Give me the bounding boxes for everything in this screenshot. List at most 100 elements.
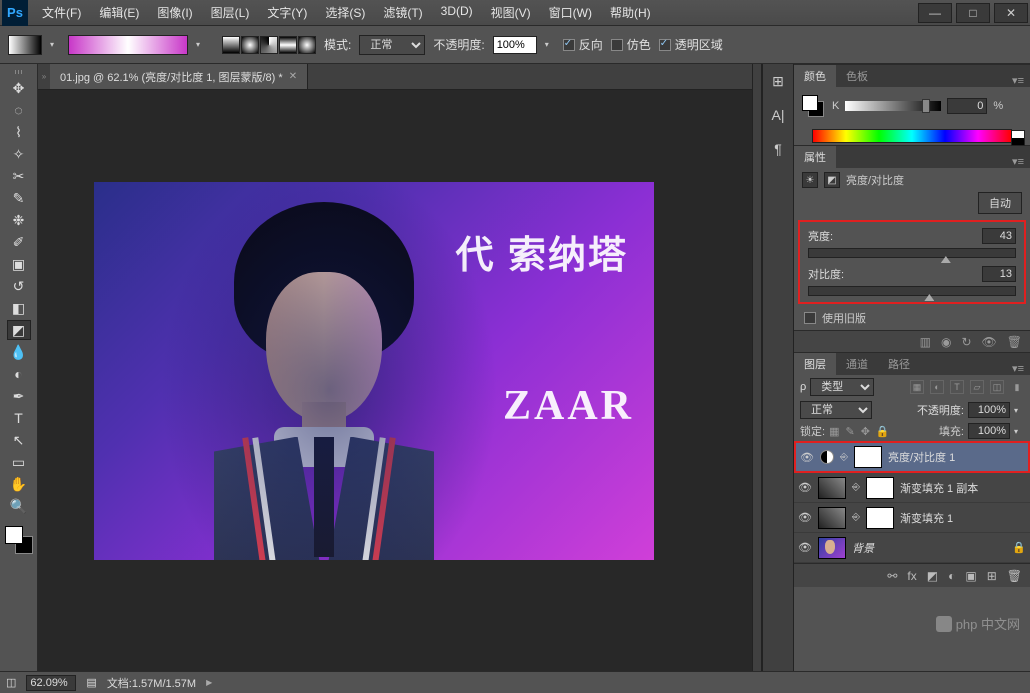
status-icon[interactable]: ◫: [6, 676, 16, 689]
opacity-input[interactable]: [493, 36, 537, 54]
lock-all-icon[interactable]: 🔒: [876, 425, 890, 438]
foreground-color[interactable]: [5, 526, 23, 544]
layer-row[interactable]: 👁 ⎆ 渐变填充 1: [794, 503, 1030, 533]
tab-color[interactable]: 颜色: [794, 65, 836, 87]
info-dropdown-icon[interactable]: ▶: [206, 678, 212, 687]
filter-toggle[interactable]: ▮: [1010, 380, 1024, 394]
panel-dock-separator[interactable]: [752, 64, 762, 671]
brush-tool[interactable]: ✐: [7, 232, 31, 252]
contrast-slider[interactable]: [808, 286, 1016, 296]
minimize-button[interactable]: —: [918, 3, 952, 23]
close-button[interactable]: ✕: [994, 3, 1028, 23]
magic-wand-tool[interactable]: ✧: [7, 144, 31, 164]
dropdown-icon[interactable]: ▾: [196, 40, 206, 49]
trash-icon[interactable]: 🗑: [1007, 335, 1022, 349]
visibility-icon[interactable]: 👁: [798, 481, 812, 494]
menu-image[interactable]: 图像(I): [149, 1, 200, 24]
gradient-angle-button[interactable]: [260, 36, 278, 54]
view-previous-icon[interactable]: ◉: [941, 335, 951, 349]
layer-row[interactable]: 👁 ⎆ 渐变填充 1 副本: [794, 473, 1030, 503]
crop-tool[interactable]: ✂: [7, 166, 31, 186]
trash-icon[interactable]: 🗑: [1007, 569, 1022, 583]
tab-channels[interactable]: 通道: [836, 353, 878, 375]
eyedropper-tool[interactable]: ✎: [7, 188, 31, 208]
shape-tool[interactable]: ▭: [7, 452, 31, 472]
color-swatch[interactable]: [5, 526, 33, 554]
filter-adjust-icon[interactable]: ◐: [930, 380, 944, 394]
path-selection-tool[interactable]: ↖: [7, 430, 31, 450]
visibility-icon[interactable]: 👁: [982, 335, 997, 349]
layer-name[interactable]: 背景: [852, 540, 874, 556]
layer-opacity-input[interactable]: [968, 402, 1010, 418]
styles-panel-icon[interactable]: ¶: [769, 140, 787, 158]
layer-row[interactable]: 👁 背景 🔒: [794, 533, 1030, 563]
menu-window[interactable]: 窗口(W): [541, 1, 600, 24]
gradient-radial-button[interactable]: [241, 36, 259, 54]
layer-fill-input[interactable]: [968, 423, 1010, 439]
panel-menu-icon[interactable]: ▾≡: [1006, 74, 1030, 87]
menu-view[interactable]: 视图(V): [483, 1, 539, 24]
character-panel-icon[interactable]: ⊞: [769, 72, 787, 90]
layer-name[interactable]: 亮度/对比度 1: [888, 449, 955, 465]
foreground-color[interactable]: [802, 95, 818, 111]
tab-properties[interactable]: 属性: [794, 146, 836, 168]
tool-preset-picker[interactable]: [8, 35, 42, 55]
eraser-tool[interactable]: ◧: [7, 298, 31, 318]
menu-edit[interactable]: 编辑(E): [91, 1, 147, 24]
menu-filter[interactable]: 滤镜(T): [375, 1, 430, 24]
legacy-checkbox[interactable]: [804, 312, 816, 324]
brightness-input[interactable]: [982, 228, 1016, 244]
lasso-tool[interactable]: ⌇: [7, 122, 31, 142]
visibility-icon[interactable]: 👁: [798, 541, 812, 554]
color-swatch[interactable]: [802, 95, 824, 117]
gradient-picker[interactable]: [68, 35, 188, 55]
dodge-tool[interactable]: ◐: [7, 364, 31, 384]
layer-name[interactable]: 渐变填充 1: [900, 510, 953, 526]
canvas[interactable]: 代 索纳塔 ZAAR: [38, 90, 752, 671]
brightness-slider[interactable]: [808, 248, 1016, 258]
clone-stamp-tool[interactable]: ▣: [7, 254, 31, 274]
pen-tool[interactable]: ✒: [7, 386, 31, 406]
layer-row[interactable]: 👁 ⎆ 亮度/对比度 1: [794, 441, 1030, 473]
filter-smart-icon[interactable]: ◫: [990, 380, 1004, 394]
layer-mask-thumb[interactable]: [866, 507, 894, 529]
dither-checkbox[interactable]: [611, 39, 623, 51]
filter-type-icon[interactable]: T: [950, 380, 964, 394]
layer-name[interactable]: 渐变填充 1 副本: [900, 480, 978, 496]
clip-icon[interactable]: ▥: [920, 335, 931, 349]
dropdown-icon[interactable]: ▾: [545, 40, 555, 49]
reverse-checkbox[interactable]: [563, 39, 575, 51]
layer-thumb[interactable]: [818, 477, 846, 499]
lock-position-icon[interactable]: ✥: [861, 425, 870, 438]
panel-menu-icon[interactable]: ▾≡: [1006, 155, 1030, 168]
close-icon[interactable]: ✕: [289, 71, 297, 82]
maximize-button[interactable]: □: [956, 3, 990, 23]
contrast-input[interactable]: [982, 266, 1016, 282]
menu-file[interactable]: 文件(F): [34, 1, 89, 24]
gradient-linear-button[interactable]: [222, 36, 240, 54]
dropdown-icon[interactable]: ▾: [50, 40, 60, 49]
zoom-input[interactable]: [26, 675, 76, 691]
tab-paths[interactable]: 路径: [878, 353, 920, 375]
gradient-diamond-button[interactable]: [298, 36, 316, 54]
filter-pixel-icon[interactable]: ▦: [910, 380, 924, 394]
zoom-tool[interactable]: 🔍: [7, 496, 31, 516]
adjustment-layer-icon[interactable]: ◐: [948, 569, 955, 583]
menu-layer[interactable]: 图层(L): [203, 1, 258, 24]
layer-fx-icon[interactable]: fx: [907, 569, 916, 583]
layer-blend-select[interactable]: 正常: [800, 401, 872, 419]
layer-mask-icon[interactable]: ◩: [927, 569, 938, 583]
layer-thumb[interactable]: [818, 537, 846, 559]
move-tool[interactable]: ✥: [7, 78, 31, 98]
tabs-handle[interactable]: »: [38, 64, 50, 89]
color-spectrum[interactable]: [812, 129, 1012, 143]
marquee-tool[interactable]: ◌: [7, 100, 31, 120]
healing-brush-tool[interactable]: ❉: [7, 210, 31, 230]
blur-tool[interactable]: 💧: [7, 342, 31, 362]
menu-select[interactable]: 选择(S): [317, 1, 373, 24]
mask-icon[interactable]: ◩: [824, 172, 840, 188]
lock-pixels-icon[interactable]: ✎: [845, 425, 854, 438]
visibility-icon[interactable]: 👁: [798, 511, 812, 524]
k-value-input[interactable]: [947, 98, 987, 114]
type-tool[interactable]: T: [7, 408, 31, 428]
